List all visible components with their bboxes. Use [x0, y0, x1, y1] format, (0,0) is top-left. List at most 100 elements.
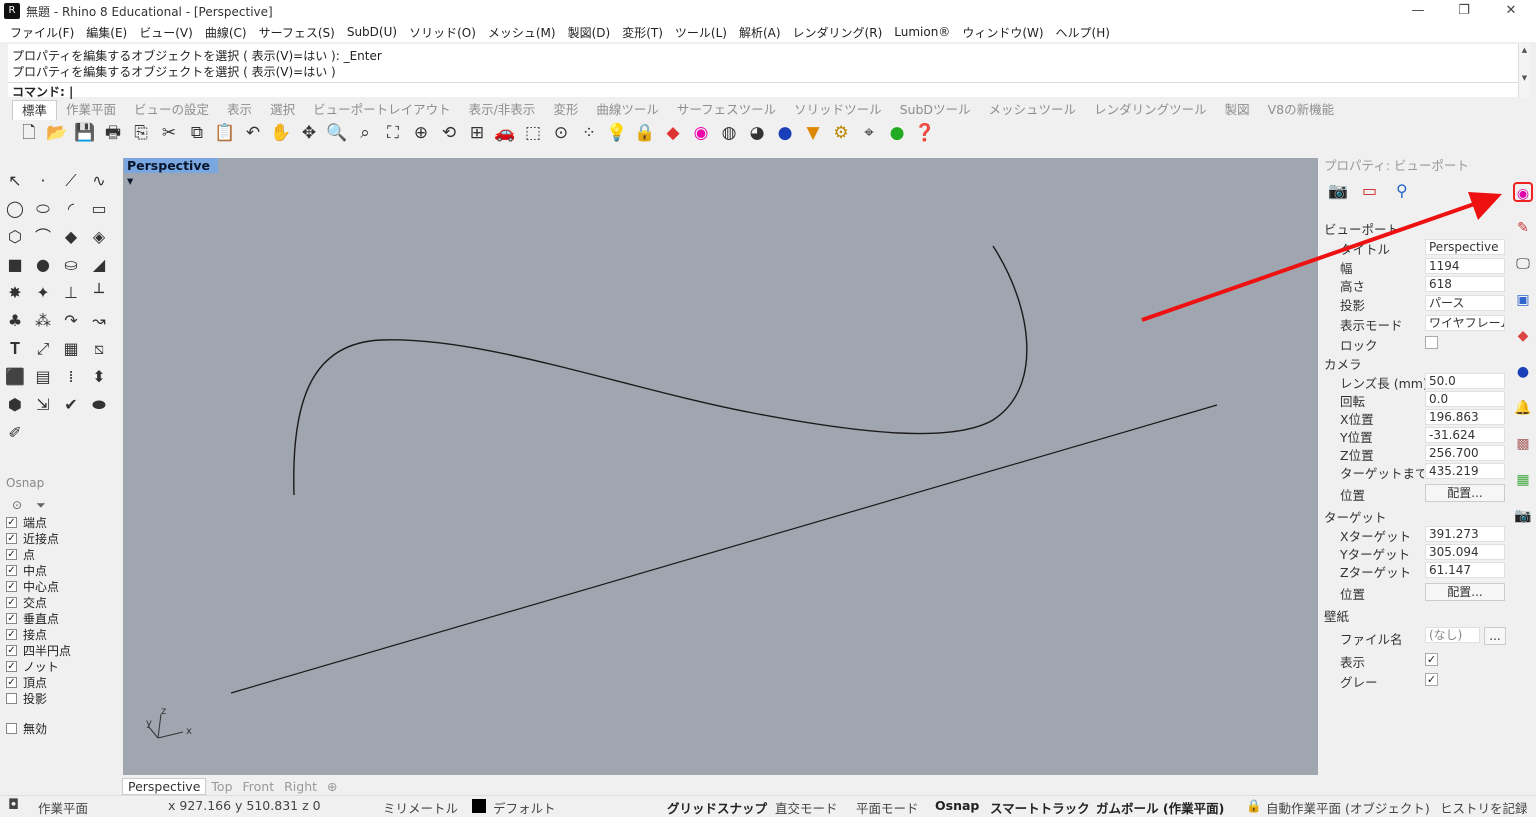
checkbox[interactable]: ✓ — [6, 596, 17, 608]
split-icon[interactable]: ⊥ — [58, 280, 84, 306]
checkbox[interactable]: ✓ — [6, 580, 17, 592]
material-brush-icon[interactable]: ✎ — [1513, 218, 1533, 238]
minimize-button[interactable]: — — [1395, 0, 1441, 22]
cplane-square-icon[interactable]: ◘ — [8, 797, 19, 813]
tab-top[interactable]: Top — [206, 779, 237, 794]
open-icon[interactable]: 📂 — [44, 121, 70, 145]
osnap-toggle-icon[interactable]: ⊙ — [12, 498, 22, 512]
shaded-sphere-icon[interactable]: ◕ — [744, 121, 770, 145]
menu-render[interactable]: レンダリング(R) — [787, 24, 889, 41]
menu-dimension[interactable]: 製図(D) — [562, 24, 617, 41]
tab-solid-tools[interactable]: ソリッドツール — [785, 100, 891, 120]
menu-curve[interactable]: 曲線(C) — [199, 24, 253, 41]
help-icon[interactable]: ❓ — [912, 121, 938, 145]
copy-icon[interactable]: ⧉ — [184, 121, 210, 145]
menu-solid[interactable]: ソリッド(O) — [403, 24, 482, 41]
print-icon[interactable]: 🖶 — [100, 121, 126, 145]
tab-curve-tools[interactable]: 曲線ツール — [587, 100, 668, 120]
point-icon[interactable]: · — [30, 168, 56, 194]
tab-perspective[interactable]: Perspective — [122, 777, 207, 795]
z-target-field[interactable]: 61.147 — [1425, 562, 1505, 578]
menu-analyze[interactable]: 解析(A) — [733, 24, 787, 41]
y-position-field[interactable]: -31.624 — [1425, 427, 1505, 443]
tab-mesh-tools[interactable]: メッシュツール — [980, 100, 1086, 120]
osnap-center[interactable]: ✓ 中心点 — [2, 578, 120, 594]
tab-display[interactable]: 表示 — [218, 100, 261, 120]
menu-surface[interactable]: サーフェス(S) — [253, 24, 341, 41]
tab-new-in-v8[interactable]: V8の新機能 — [1259, 100, 1344, 120]
projection-select[interactable]: パース — [1425, 295, 1505, 311]
place-camera-button[interactable]: 配置... — [1425, 484, 1505, 502]
analyze-icon[interactable]: ⬍ — [86, 364, 112, 390]
zoom-selected-icon[interactable]: ⊕ — [408, 121, 434, 145]
checkbox[interactable]: ✓ — [6, 644, 17, 656]
ortho-toggle[interactable]: 直交モード — [775, 798, 838, 817]
tab-drafting[interactable]: 製図 — [1216, 100, 1259, 120]
lock-icon[interactable]: 🔒 — [632, 121, 658, 145]
gray-wallpaper-checkbox[interactable]: ✓ — [1425, 673, 1438, 686]
import-icon[interactable]: ⎘ — [128, 121, 154, 145]
target-icon[interactable]: ⚲ — [1396, 181, 1408, 200]
selection-filter-icon[interactable]: ▼ — [800, 121, 826, 145]
maximize-button[interactable]: ❐ — [1441, 0, 1487, 22]
layer-icon[interactable]: ◆ — [660, 121, 686, 145]
checkbox[interactable] — [6, 722, 17, 734]
zoom-icon[interactable]: 🔍 — [324, 121, 350, 145]
status-layer[interactable]: デフォルト — [493, 798, 556, 817]
four-viewports-icon[interactable]: ⊞ — [464, 121, 490, 145]
pan-icon[interactable]: ✋ — [268, 121, 294, 145]
osnap-end[interactable]: ✓ 端点 — [2, 514, 120, 530]
surface-icon[interactable]: ◆ — [58, 224, 84, 250]
zoom-extents-icon[interactable]: ⛶ — [380, 121, 406, 145]
layers-icon[interactable]: ◆ — [1513, 326, 1533, 346]
gumball-toggle[interactable]: ガムボール (作業平面) — [1096, 798, 1224, 817]
wireframe-sphere-icon[interactable]: ◍ — [716, 121, 742, 145]
cut-icon[interactable]: ✂ — [156, 121, 182, 145]
gumball-icon[interactable]: ⌖ — [856, 121, 882, 145]
block-icon[interactable]: ▦ — [58, 336, 84, 362]
osnap-perp[interactable]: ✓ 垂直点 — [2, 610, 120, 626]
bell-icon[interactable]: 🔔 — [1513, 398, 1533, 418]
tab-visibility[interactable]: 表示/非表示 — [460, 100, 545, 120]
osnap-tangent[interactable]: ✓ 接点 — [2, 626, 120, 642]
osnap-near[interactable]: ✓ 近接点 — [2, 530, 120, 546]
render-box-icon[interactable]: ⬢ — [2, 392, 28, 418]
checkbox[interactable]: ✓ — [6, 548, 17, 560]
x-position-field[interactable]: 196.863 — [1425, 409, 1505, 425]
rectangle-icon[interactable]: ▭ — [86, 196, 112, 222]
check-icon[interactable]: ✔ — [58, 392, 84, 418]
x-target-field[interactable]: 391.273 — [1425, 526, 1505, 542]
y-target-field[interactable]: 305.094 — [1425, 544, 1505, 560]
viewport-frame-icon[interactable]: ▭ — [1362, 181, 1377, 200]
checkbox[interactable] — [6, 692, 17, 704]
fillet-curve-icon[interactable]: ⌒ — [30, 224, 56, 250]
mesh-icon[interactable]: ▤ — [30, 364, 56, 390]
group-icon[interactable]: ⁂ — [30, 308, 56, 334]
cylinder-icon[interactable]: ⛀ — [58, 252, 84, 278]
rotate-view-icon[interactable]: ✥ — [296, 121, 322, 145]
explode-icon[interactable]: ✸ — [2, 280, 28, 306]
select-arrow-icon[interactable]: ↖ — [2, 168, 28, 194]
checkbox[interactable]: ✓ — [6, 564, 17, 576]
title-field[interactable]: Perspective — [1425, 239, 1505, 255]
tab-cplanes[interactable]: 作業平面 — [57, 100, 125, 120]
menu-tools[interactable]: ツール(L) — [669, 24, 733, 41]
menu-help[interactable]: ヘルプ(H) — [1050, 24, 1116, 41]
plane-icon[interactable]: ◢ — [86, 252, 112, 278]
display-monitor-icon[interactable]: 🖵 — [1513, 254, 1533, 274]
checkbox[interactable]: ✓ — [6, 660, 17, 672]
height-field[interactable]: 618 — [1425, 276, 1505, 292]
osnap-project[interactable]: 投影 — [2, 690, 120, 706]
show-wallpaper-checkbox[interactable]: ✓ — [1425, 653, 1438, 666]
checkbox[interactable]: ✓ — [6, 676, 17, 688]
fillet-edge-icon[interactable]: ↷ — [58, 308, 84, 334]
tab-front[interactable]: Front — [238, 779, 280, 794]
rotation-field[interactable]: 0.0 — [1425, 391, 1505, 407]
record-history-toggle[interactable]: ヒストリを記録 — [1440, 798, 1528, 817]
filter-icon[interactable]: ⏷ — [36, 498, 46, 513]
browse-button[interactable]: ... — [1484, 627, 1506, 645]
add-viewport-icon[interactable]: ⊕ — [322, 779, 342, 794]
osnap-point[interactable]: ✓ 点 — [2, 546, 120, 562]
paste-icon[interactable]: 📋 — [212, 121, 238, 145]
planar-toggle[interactable]: 平面モード — [856, 798, 919, 817]
